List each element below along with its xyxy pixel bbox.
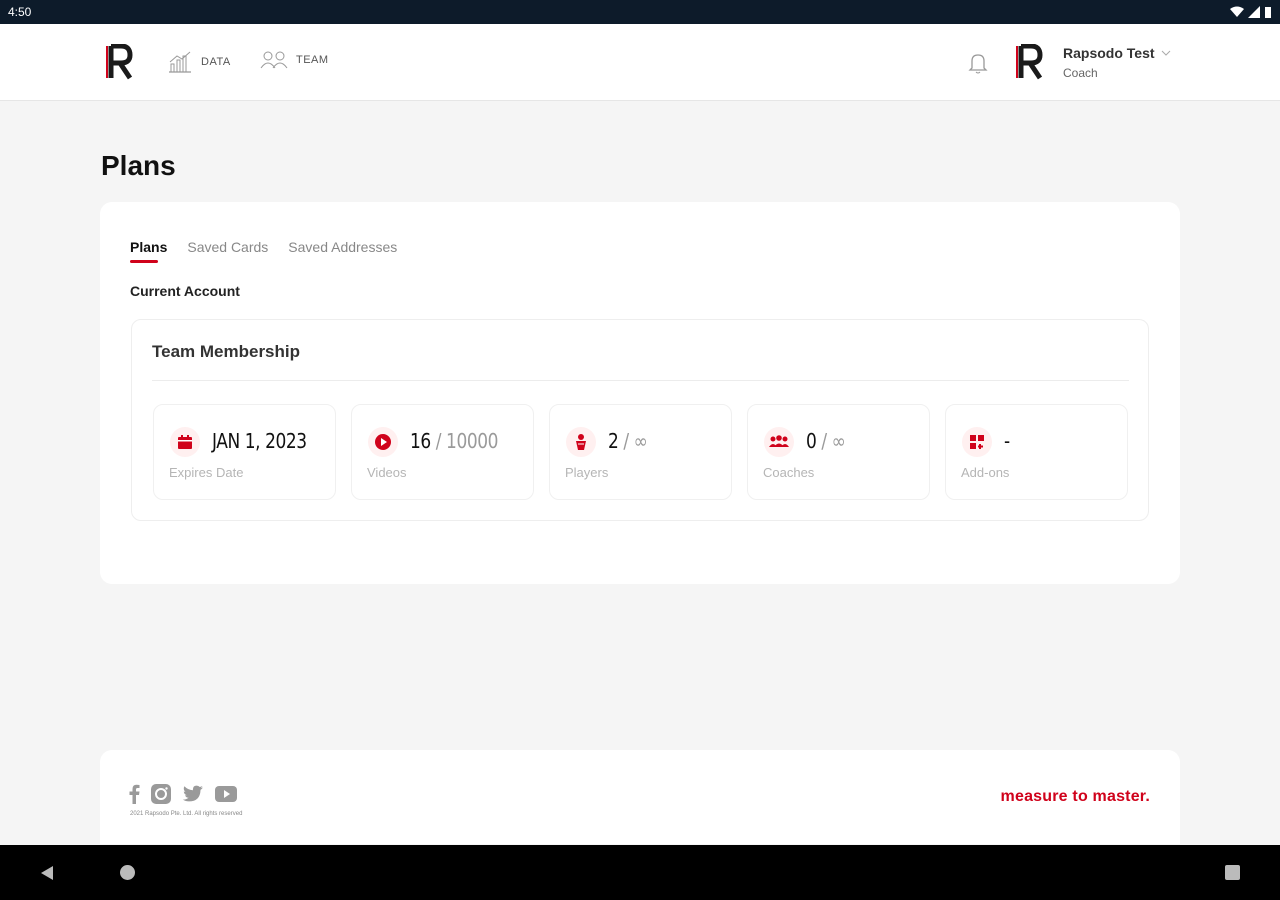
tab-saved-addresses[interactable]: Saved Addresses	[288, 239, 397, 263]
stat-expires-value: JAN 1, 2023	[212, 429, 307, 453]
social-links	[128, 783, 238, 805]
stat-players-total: / ∞	[623, 429, 648, 453]
stat-coaches-total: / ∞	[821, 429, 846, 453]
stat-videos-value: 16	[410, 429, 431, 453]
stat-label: Add-ons	[961, 465, 1010, 480]
nav-data-label: DATA	[201, 56, 231, 68]
stat-addons-value: -	[1004, 429, 1010, 453]
copyright: 2021 Rapsodo Pte. Ltd. All rights reserv…	[130, 811, 243, 817]
android-nav-bar	[0, 845, 1280, 900]
chevron-down-icon	[1161, 50, 1170, 56]
stat-videos: 16 / 10000 Videos	[351, 404, 534, 500]
youtube-icon[interactable]	[214, 785, 238, 803]
stat-label: Players	[565, 465, 609, 480]
membership-panel: Team Membership JAN 1, 2023 Expires Date…	[131, 319, 1149, 521]
membership-title: Team Membership	[152, 342, 301, 361]
stat-value: -	[1004, 429, 1010, 453]
player-icon	[566, 427, 596, 457]
user-menu[interactable]: Rapsodo Test	[1063, 45, 1171, 61]
avatar[interactable]	[1013, 44, 1043, 80]
back-icon[interactable]	[40, 865, 54, 881]
divider	[152, 380, 1129, 381]
wifi-icon	[1230, 6, 1244, 17]
footer: 2021 Rapsodo Pte. Ltd. All rights reserv…	[100, 750, 1180, 844]
stat-value: JAN 1, 2023	[212, 429, 307, 453]
signal-icon	[1248, 6, 1260, 18]
team-icon	[260, 51, 288, 69]
chart-icon	[169, 51, 191, 73]
nav-team[interactable]: TEAM	[260, 50, 329, 70]
membership-stats: JAN 1, 2023 Expires Date 16 / 10000 Vide…	[153, 404, 1128, 500]
stat-coaches: 0 / ∞ Coaches	[747, 404, 930, 500]
tagline: measure to master.	[1000, 788, 1150, 805]
current-account-label: Current Account	[130, 283, 240, 299]
twitter-icon[interactable]	[182, 785, 204, 803]
stat-expires: JAN 1, 2023 Expires Date	[153, 404, 336, 500]
addons-icon	[962, 427, 992, 457]
tabs: Plans Saved Cards Saved Addresses	[130, 239, 397, 263]
home-icon[interactable]	[120, 865, 135, 880]
stat-addons: - Add-ons	[945, 404, 1128, 500]
user-role: Coach	[1063, 66, 1098, 80]
status-time: 4:50	[8, 5, 32, 19]
stat-value: 16 / 10000	[410, 429, 498, 453]
top-navbar: DATA TEAM Rapsodo Test Coach	[0, 24, 1280, 101]
bell-icon[interactable]	[968, 52, 988, 74]
rapsodo-logo[interactable]	[103, 44, 133, 80]
play-icon	[368, 427, 398, 457]
instagram-icon[interactable]	[150, 783, 172, 805]
stat-value: 2 / ∞	[608, 429, 648, 453]
tab-plans[interactable]: Plans	[130, 239, 167, 263]
stat-coaches-value: 0	[806, 429, 817, 453]
stat-label: Videos	[367, 465, 407, 480]
nav-data[interactable]: DATA	[167, 50, 231, 74]
stat-players: 2 / ∞ Players	[549, 404, 732, 500]
battery-icon	[1265, 7, 1271, 18]
coaches-icon	[764, 427, 794, 457]
recents-icon[interactable]	[1225, 865, 1240, 880]
stat-value: 0 / ∞	[806, 429, 846, 453]
nav-team-label: TEAM	[296, 54, 329, 66]
calendar-icon	[170, 427, 200, 457]
plans-card: Plans Saved Cards Saved Addresses Curren…	[100, 202, 1180, 584]
page-title: Plans	[101, 150, 176, 181]
stat-label: Coaches	[763, 465, 815, 480]
status-bar: 4:50	[0, 0, 1280, 24]
stat-players-value: 2	[608, 429, 619, 453]
user-name: Rapsodo Test	[1063, 45, 1155, 61]
stat-videos-total: / 10000	[435, 429, 499, 453]
tab-saved-cards[interactable]: Saved Cards	[187, 239, 268, 263]
status-icons	[1230, 6, 1272, 18]
facebook-icon[interactable]	[128, 784, 140, 804]
stat-label: Expires Date	[169, 465, 244, 480]
